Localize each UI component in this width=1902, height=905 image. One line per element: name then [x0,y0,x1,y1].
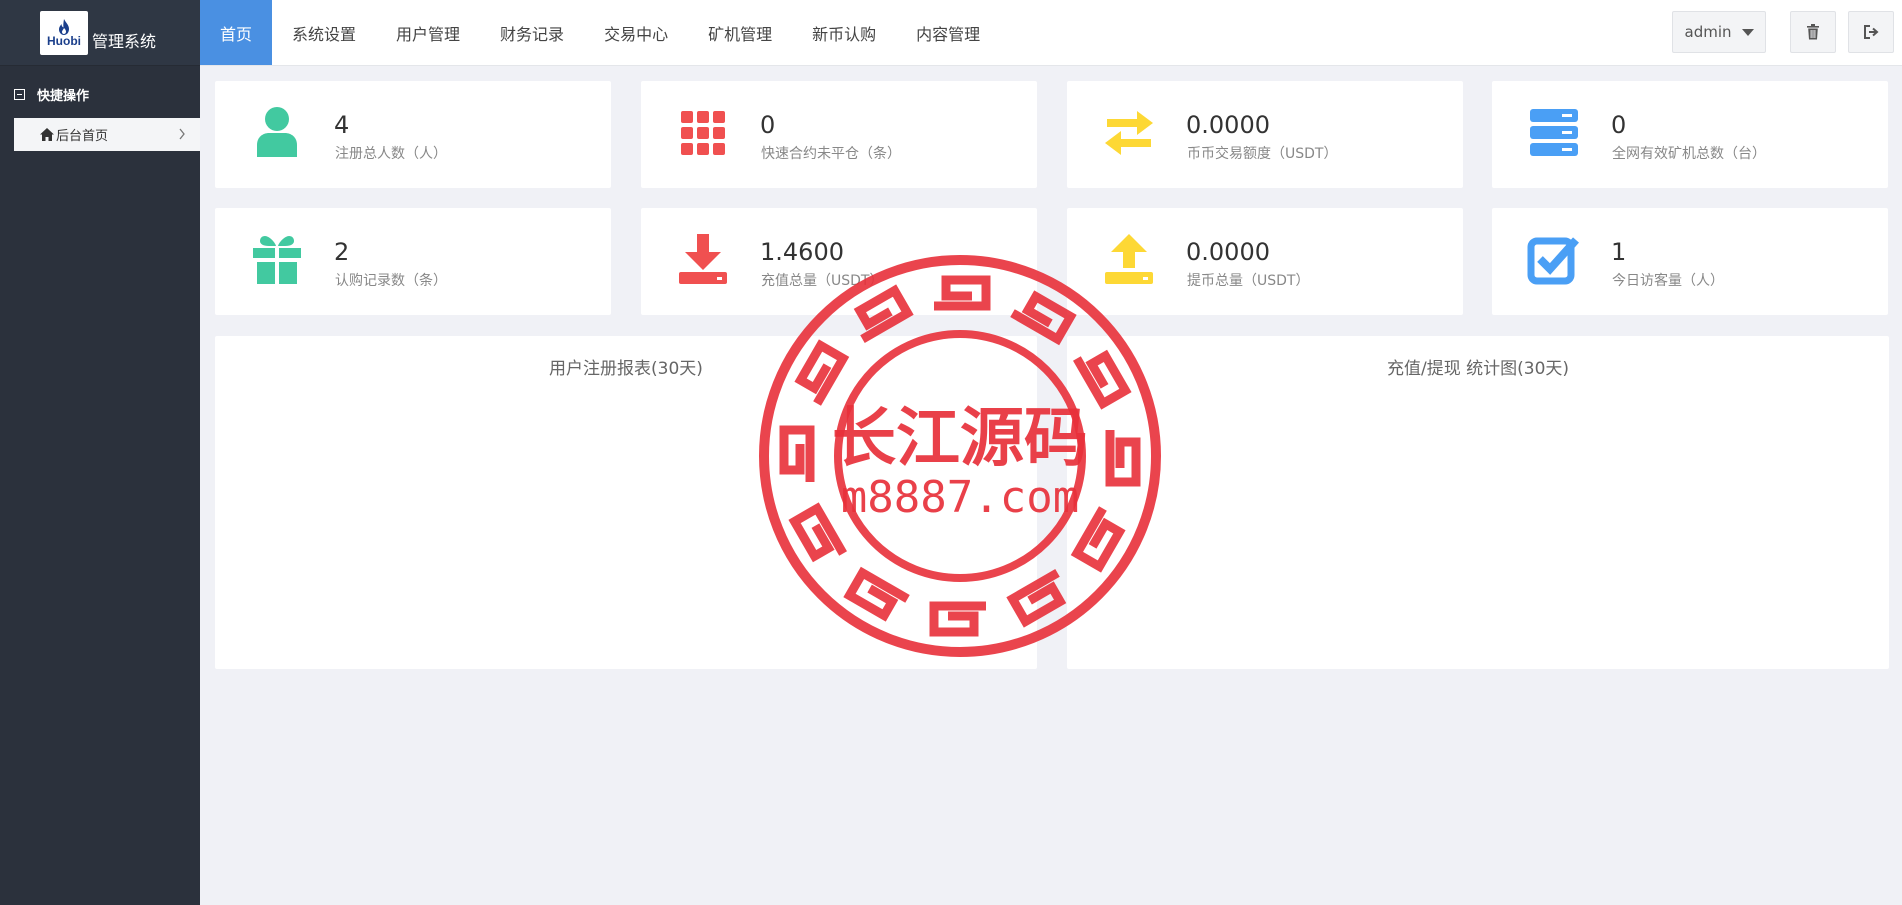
topbar: 首页 系统设置 用户管理 财务记录 交易中心 矿机管理 新币认购 内容管理 ad… [200,0,1902,66]
watermark-meander-segment [1006,569,1067,628]
stat-card-open-contracts: 0 快速合约未平仓（条） [641,81,1037,188]
nav-finance-records[interactable]: 财务记录 [480,0,584,65]
caret-down-icon [1741,28,1754,36]
stat-value: 0.0000 [1186,238,1270,266]
trash-icon [1807,24,1819,40]
nav-system-settings[interactable]: 系统设置 [272,0,376,65]
nav-content-management[interactable]: 内容管理 [896,0,1000,65]
stat-card-subscriptions: 2 认购记录数（条） [215,208,611,315]
stat-label: 快速合约未平仓（条） [761,146,901,162]
deposit-withdraw-chart-title: 充值/提现 统计图(30天) [1386,359,1570,379]
stat-card-active-miners: 0 全网有效矿机总数（台） [1492,81,1888,188]
user-icon [257,107,297,157]
sidebar: Huobi 管理系统 快捷操作 后台首页 [0,0,200,905]
stat-label: 提币总量（USDT） [1187,273,1310,289]
stat-value: 1 [1611,238,1627,266]
nav-trading-center[interactable]: 交易中心 [584,0,688,65]
exchange-icon [1105,111,1153,155]
logout-button[interactable] [1848,11,1894,53]
stat-card-registered-users: 4 注册总人数（人） [215,81,611,188]
stat-label: 认购记录数（条） [335,273,447,289]
home-icon [40,128,54,141]
stat-card-spot-volume: 0.0000 币币交易额度（USDT） [1067,81,1463,188]
watermark-meander-segment [1105,430,1141,487]
watermark-line-1: 长江源码 [832,402,1088,476]
stat-label: 今日访客量（人） [1612,273,1724,289]
stat-value: 0.0000 [1186,111,1270,139]
nav-user-management[interactable]: 用户管理 [376,0,480,65]
deposit-withdraw-chart-panel: 充值/提现 统计图(30天) [1067,336,1889,669]
huobi-logo: Huobi [40,10,88,55]
watermark-meander-segment [1070,506,1126,573]
watermark-stamp: 长江源码 m8887.com [759,255,1161,657]
watermark-meander-segment [1010,290,1077,346]
sidebar-item-label: 后台首页 [56,129,109,144]
stat-card-today-visitors: 1 今日访客量（人） [1492,208,1888,315]
download-icon [679,234,727,284]
grid-icon [681,111,725,155]
watermark-meander-segment [1073,349,1132,410]
stat-label: 币币交易额度（USDT） [1187,146,1338,162]
watermark-meander-segment [929,601,986,637]
watermark-meander-segment [934,275,991,311]
brand-logo-text: Huobi [47,33,81,48]
watermark-line-2: m8887.com [841,472,1079,523]
watermark-meander-segment [853,284,914,343]
checkbox-icon [1527,237,1579,285]
brand[interactable]: Huobi 管理系统 [0,0,200,66]
stat-value: 0 [760,111,776,139]
stat-label: 注册总人数（人） [335,146,447,162]
user-menu-button[interactable]: admin [1672,11,1766,53]
quick-actions-title: 快捷操作 [37,88,90,104]
admin-app: Huobi 管理系统 快捷操作 后台首页 首页 系统设置 用户管理 财务记录 交… [0,0,1902,905]
logout-icon [1864,25,1879,39]
stat-label: 全网有效矿机总数（台） [1612,146,1766,162]
user-name: admin [1684,23,1732,41]
stat-value: 4 [334,111,350,139]
stat-value: 0 [1611,111,1627,139]
sidebar-item-dashboard[interactable]: 后台首页 [14,118,200,151]
watermark-meander-segment [843,566,910,622]
server-icon [1530,109,1578,156]
quick-actions-header[interactable]: 快捷操作 [0,76,200,112]
watermark-meander-segment [794,339,850,406]
chevron-right-icon [179,128,185,140]
clear-cache-button[interactable] [1790,11,1836,53]
brand-title: 管理系统 [92,31,157,51]
topbar-actions: admin [1672,11,1894,53]
nav-new-coin-subscription[interactable]: 新币认购 [792,0,896,65]
watermark-meander-segment [788,502,847,563]
nav-miner-management[interactable]: 矿机管理 [688,0,792,65]
nav-home[interactable]: 首页 [200,0,273,65]
gift-icon [253,236,301,284]
stat-value: 2 [334,238,350,266]
watermark-meander-segment [779,425,815,482]
collapse-icon [14,88,25,100]
flame-icon [59,18,69,35]
